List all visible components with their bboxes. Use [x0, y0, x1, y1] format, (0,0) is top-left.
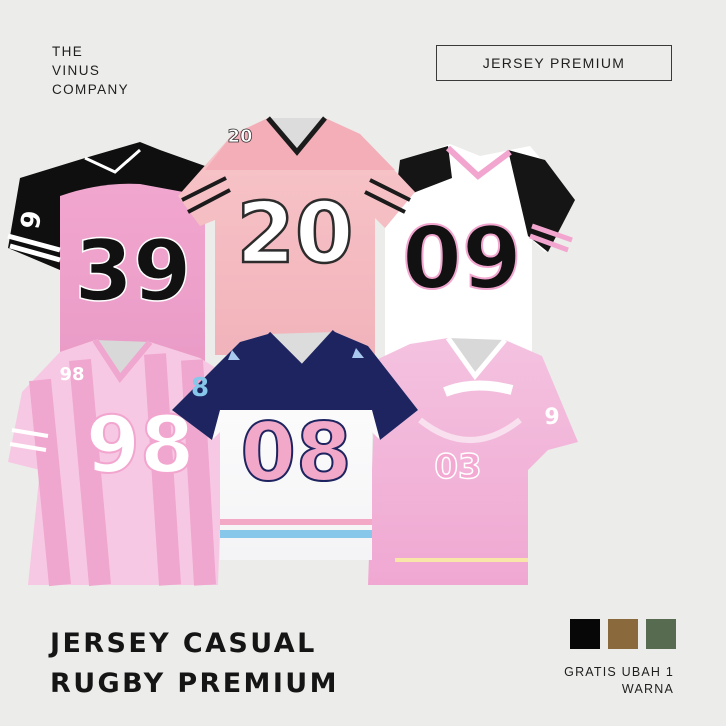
jersey-03-sleeve-number: 9	[544, 405, 559, 430]
headline: JERSEY CASUAL RUGBY PREMIUM	[50, 624, 339, 704]
jersey-08-sleeve-number: 8	[191, 373, 209, 403]
brand-logo: THE VINUS COMPANY	[52, 42, 129, 99]
tag-label: JERSEY PREMIUM	[482, 55, 626, 71]
jersey-08-number: 08	[240, 406, 351, 499]
jersey-39: 39 9	[7, 142, 205, 375]
jersey-20-shoulder-number: 20	[227, 126, 252, 147]
color-swatches	[570, 619, 676, 649]
jersey-98-shoulder-number: 98	[59, 364, 84, 385]
jersey-39-number: 39	[75, 222, 192, 320]
jersey-09-number: 09	[402, 209, 522, 309]
brand-line-1: THE	[52, 44, 84, 59]
jersey-20-number: 20	[237, 184, 354, 282]
jersey-98-number: 98	[86, 401, 195, 491]
swatch-olive-green[interactable]	[646, 619, 676, 649]
note-line-2: WARNA	[621, 682, 674, 696]
jersey-03-number: 03	[434, 447, 481, 487]
headline-line-1: JERSEY CASUAL	[50, 628, 317, 659]
jersey-premium-tag: JERSEY PREMIUM	[436, 45, 672, 81]
swatch-black[interactable]	[570, 619, 600, 649]
free-color-note: GRATIS UBAH 1 WARNA	[564, 664, 674, 698]
swatch-brown[interactable]	[608, 619, 638, 649]
brand-line-2: VINUS	[52, 63, 101, 78]
jersey-20: 20 20	[178, 116, 415, 355]
jersey-03: 03 9	[368, 336, 578, 585]
headline-line-2: RUGBY PREMIUM	[50, 668, 339, 699]
jersey-collage: 39 9 09 20 20 98 98 03 9 08 8	[7, 116, 578, 587]
brand-line-3: COMPANY	[52, 82, 130, 97]
note-line-1: GRATIS UBAH 1	[564, 665, 674, 679]
